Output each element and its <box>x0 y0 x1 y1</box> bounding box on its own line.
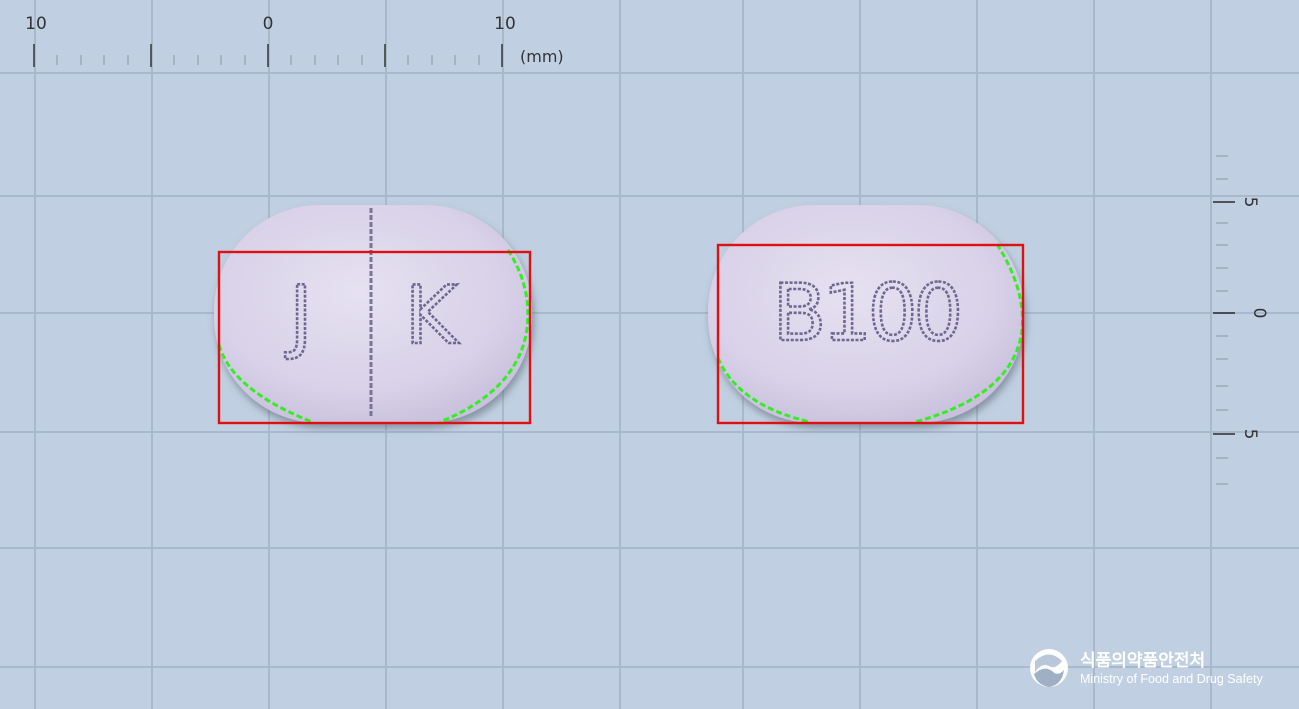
ruler-label-right: 10 <box>494 14 516 34</box>
ruler-label-top: 5 <box>1240 197 1260 208</box>
ruler-unit: (mm) <box>520 47 564 66</box>
logo-english-text: Ministry of Food and Drug Safety <box>1080 672 1263 686</box>
imprint-letter-j: J <box>284 269 313 362</box>
ruler-label-zero: 0 <box>263 14 274 34</box>
ruler-label-left: 10 <box>25 14 47 34</box>
ruler-label-bottom: 5 <box>1240 429 1260 440</box>
mfds-emblem-icon <box>1030 649 1068 687</box>
ruler-label-middle: 0 <box>1249 308 1269 319</box>
tablet-front: J K <box>214 205 532 425</box>
tablet-back: B100 <box>708 205 1025 425</box>
pill-photo-canvas: 10 0 10 (mm) 5 0 5 J K B100 식품의약품안전처 Min… <box>0 0 1299 709</box>
logo-korean-text: 식품의약품안전처 <box>1080 650 1205 671</box>
imprint-b100: B100 <box>773 269 959 359</box>
imprint-letter-k: K <box>405 269 460 362</box>
right-ruler: 5 0 5 <box>1213 155 1269 485</box>
top-ruler: 10 0 10 (mm) <box>25 14 564 67</box>
background-grid <box>0 0 1299 709</box>
